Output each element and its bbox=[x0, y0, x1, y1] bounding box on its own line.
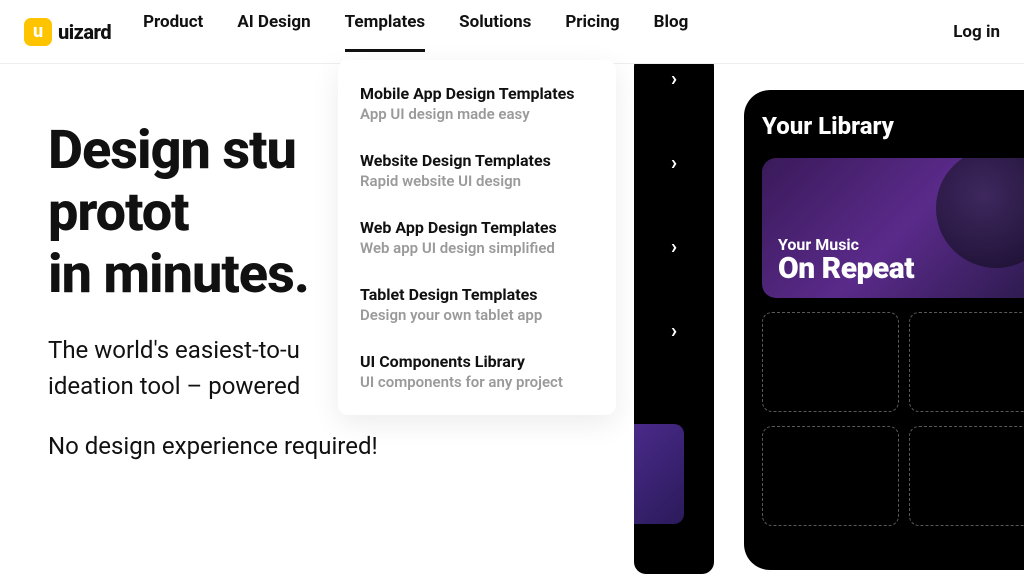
nav-templates[interactable]: Templates bbox=[345, 12, 426, 52]
dd-ui-components-library[interactable]: UI Components Library UI components for … bbox=[360, 352, 594, 391]
chevron-right-icon: › bbox=[671, 234, 677, 258]
dd-item-title: UI Components Library bbox=[360, 352, 594, 371]
logo[interactable]: u uizard bbox=[24, 18, 111, 46]
preview-placeholder-cell bbox=[909, 426, 1024, 526]
top-nav: u uizard Product AI Design Templates Sol… bbox=[0, 0, 1024, 64]
chevron-right-icon: › bbox=[671, 318, 677, 342]
preview-accent-tile bbox=[634, 424, 684, 524]
preview-placeholder-cell bbox=[762, 426, 899, 526]
nav-pricing[interactable]: Pricing bbox=[565, 12, 619, 52]
dd-item-title: Mobile App Design Templates bbox=[360, 84, 594, 103]
dd-item-title: Web App Design Templates bbox=[360, 218, 594, 237]
nav-blog[interactable]: Blog bbox=[654, 12, 689, 52]
dd-item-sub: Web app UI design simplified bbox=[360, 239, 594, 257]
dd-web-app-templates[interactable]: Web App Design Templates Web app UI desi… bbox=[360, 218, 594, 257]
logo-text: uizard bbox=[58, 20, 111, 44]
preview-placeholder-cell bbox=[762, 312, 899, 412]
primary-nav: Product AI Design Templates Solutions Pr… bbox=[143, 12, 688, 52]
nav-ai-design[interactable]: AI Design bbox=[237, 12, 310, 52]
preview-card-title: On Repeat bbox=[778, 254, 1024, 284]
dd-mobile-app-templates[interactable]: Mobile App Design Templates App UI desig… bbox=[360, 84, 594, 123]
nav-solutions[interactable]: Solutions bbox=[459, 12, 531, 52]
dd-tablet-templates[interactable]: Tablet Design Templates Design your own … bbox=[360, 285, 594, 324]
dd-item-title: Website Design Templates bbox=[360, 151, 594, 170]
dd-website-templates[interactable]: Website Design Templates Rapid website U… bbox=[360, 151, 594, 190]
login-link[interactable]: Log in bbox=[953, 22, 1000, 42]
preview-library-title: Your Library bbox=[762, 112, 1024, 140]
preview-placeholder-row bbox=[762, 312, 1024, 412]
dd-item-title: Tablet Design Templates bbox=[360, 285, 594, 304]
dd-item-sub: Design your own tablet app bbox=[360, 306, 594, 324]
nav-product[interactable]: Product bbox=[143, 12, 203, 52]
dd-item-sub: Rapid website UI design bbox=[360, 172, 594, 190]
preview-music-card: Your Music On Repeat bbox=[762, 158, 1024, 298]
dd-item-sub: App UI design made easy bbox=[360, 105, 594, 123]
templates-dropdown: Mobile App Design Templates App UI desig… bbox=[338, 60, 616, 415]
chevron-right-icon: › bbox=[671, 66, 677, 90]
dd-item-sub: UI components for any project bbox=[360, 373, 594, 391]
chevron-right-icon: › bbox=[671, 150, 677, 174]
logo-mark-icon: u bbox=[24, 18, 52, 46]
product-preview: › › › › Your Library Your Music On Repea… bbox=[634, 54, 1024, 574]
preview-placeholder-cell bbox=[909, 312, 1024, 412]
preview-placeholder-row bbox=[762, 426, 1024, 526]
preview-device-frame: Your Library Your Music On Repeat bbox=[744, 90, 1024, 570]
